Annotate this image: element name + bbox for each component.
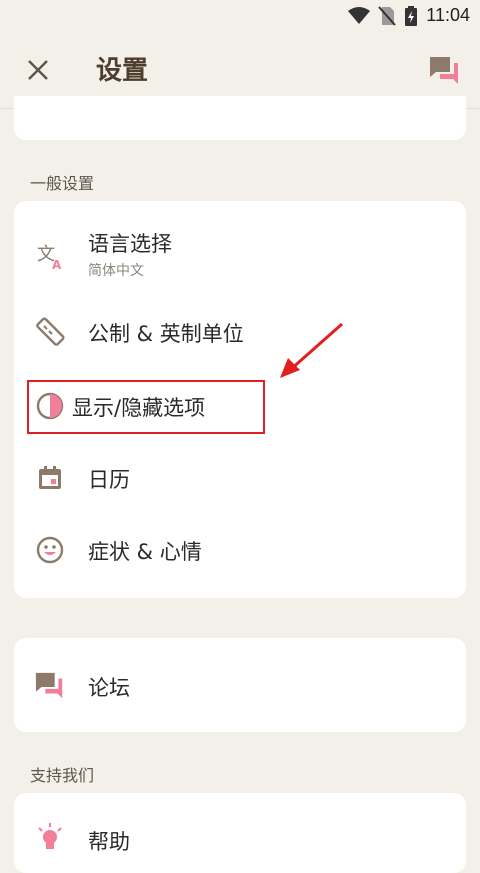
close-icon [28,60,48,80]
symptoms-mood-label: 症状 & 心情 [88,540,202,564]
calendar-icon [34,462,66,494]
svg-text:A: A [52,258,62,271]
section-header-support: 支持我们 [30,766,95,785]
calendar-label: 日历 [88,468,130,492]
chat-bubbles-icon [430,57,458,84]
forum-label: 论坛 [88,676,130,700]
status-icons: 11:04 [348,5,470,26]
top-card-partial [14,96,466,140]
wifi-icon [348,6,371,24]
status-bar: 11:04 [0,0,480,32]
status-time: 11:04 [426,5,470,25]
language-value: 简体中文 [88,263,144,279]
battery-charging-icon [405,5,418,26]
help-label: 帮助 [88,830,130,854]
settings-item-calendar[interactable]: 日历 [14,444,466,514]
settings-item-help[interactable]: 帮助 [14,808,466,868]
no-sim-icon [378,5,397,26]
forum-shortcut-button[interactable] [428,54,462,88]
settings-item-forum[interactable]: 论坛 [14,650,466,720]
chat-bubbles-icon [34,670,66,702]
settings-item-language[interactable]: 文 A 语言选择 简体中文 [14,220,466,290]
settings-item-symptoms-mood[interactable]: 症状 & 心情 [14,516,466,586]
page-title: 设置 [96,56,149,86]
language-label: 语言选择 [88,232,172,256]
units-label: 公制 & 英制单位 [88,322,244,346]
lightbulb-icon [34,822,66,854]
ruler-icon [34,316,66,348]
translate-icon: 文 A [34,240,66,272]
annotation-highlight-box [27,380,265,434]
annotation-arrow [280,322,343,378]
settings-item-units[interactable]: 公制 & 英制单位 [14,298,466,368]
close-button[interactable] [22,54,54,86]
smiley-icon [34,534,66,566]
section-header-general: 一般设置 [30,174,95,193]
